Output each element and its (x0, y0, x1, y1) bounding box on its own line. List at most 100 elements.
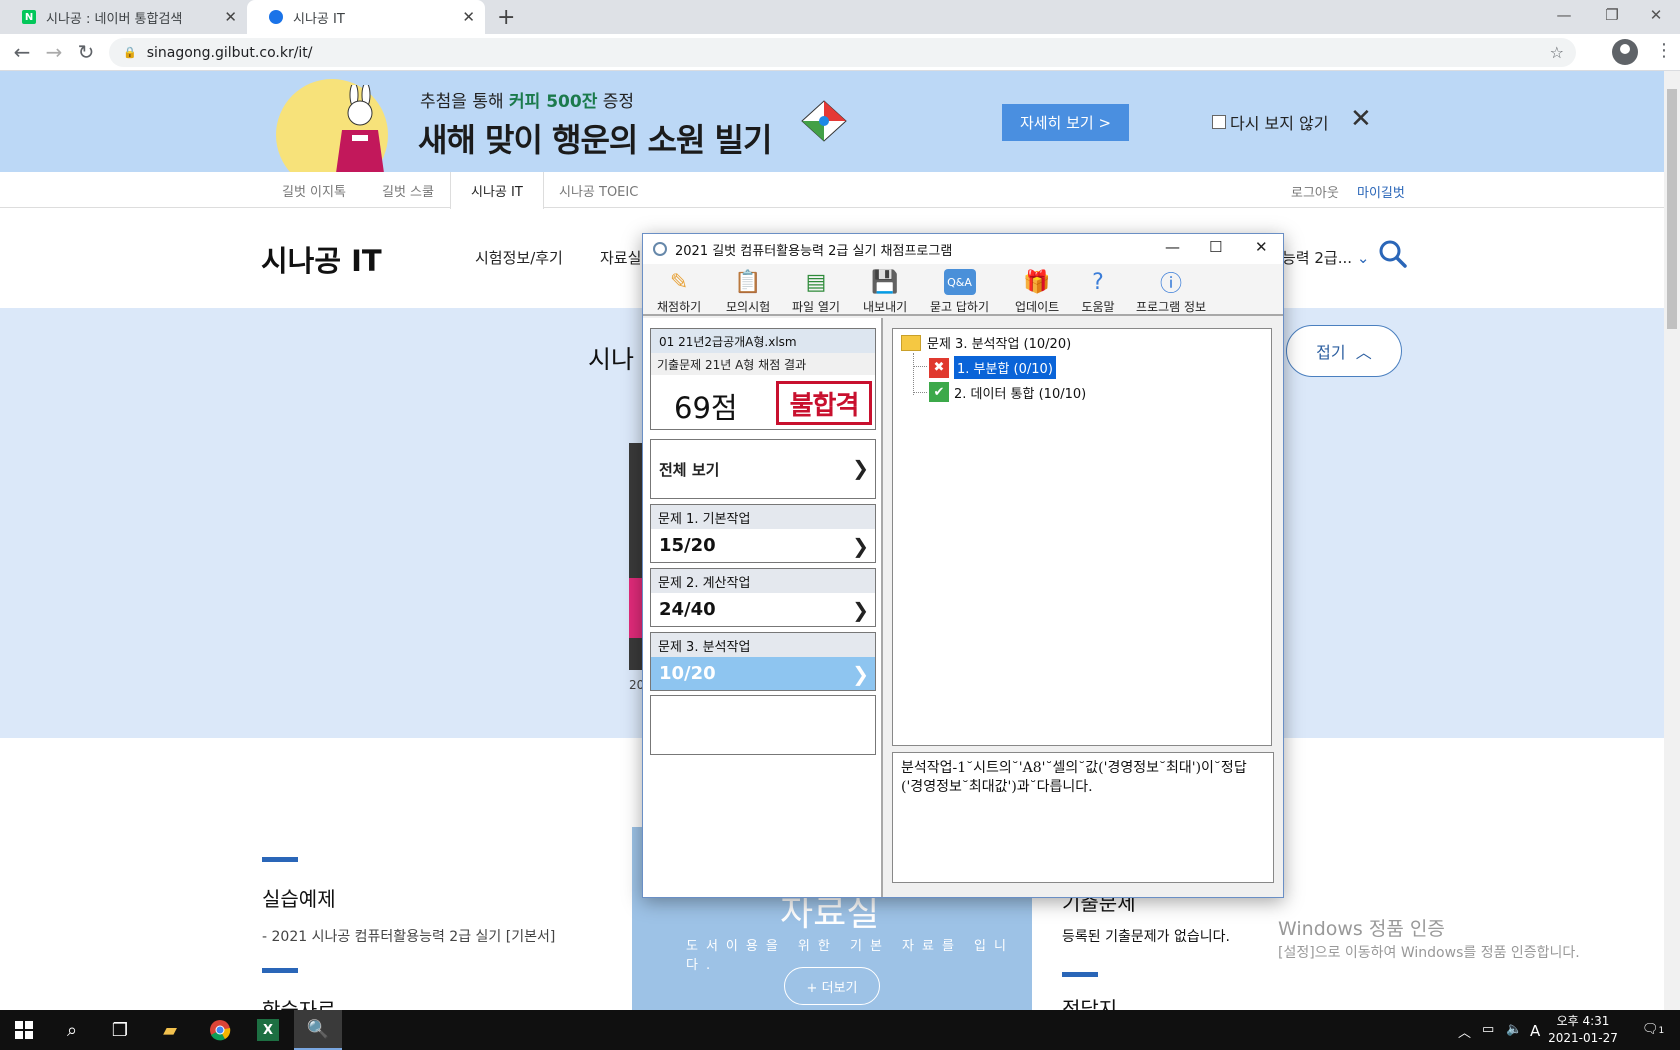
folder-icon (901, 334, 921, 351)
gilbut-favicon-icon (269, 10, 283, 24)
close-window-icon[interactable]: ✕ (1632, 0, 1680, 30)
bookmark-star-icon[interactable]: ☆ (1550, 43, 1564, 62)
banner-subtitle: 추첨을 통해 커피 500잔 증정 (420, 92, 635, 112)
volume-icon[interactable]: 🔈 (1506, 1022, 1522, 1037)
tree-connector (913, 366, 927, 367)
new-tab-icon[interactable]: + (497, 5, 515, 30)
chrome-icon[interactable] (196, 1010, 244, 1050)
update-tool-button[interactable]: 🎁 업데이트 (1015, 266, 1059, 316)
excel-file-icon: ▤ (805, 269, 827, 295)
back-icon[interactable]: ← (8, 38, 36, 66)
close-tab-icon[interactable]: ✕ (462, 8, 475, 26)
help-tool-button[interactable]: ? 도움말 (1081, 266, 1115, 316)
detail-pane: 문제 3. 분석작업 (10/20) ✖ 1. 부분합 (0/10) ✔ 2. … (885, 318, 1283, 897)
fold-button[interactable]: 접기 ︿ (1286, 325, 1402, 377)
site-link-school[interactable]: 길벗 스쿨 (382, 172, 434, 208)
windows-start-icon[interactable] (0, 1010, 48, 1050)
rabbit-illustration (336, 85, 384, 173)
site-logo[interactable]: 시나공 IT (261, 238, 382, 280)
search-icon[interactable] (1378, 239, 1408, 269)
practice-item-link[interactable]: - 2021 시나공 컴퓨터활용능력 2급 실기 [기본서] (262, 926, 555, 946)
scrollbar-thumb[interactable] (1667, 89, 1677, 329)
activation-title: Windows 정품 인증 (1278, 918, 1445, 940)
section-label: 문제 3. 분석작업 (651, 633, 875, 657)
no-show-checkbox[interactable] (1212, 115, 1226, 129)
grader-window: 2021 길벗 컴퓨터활용능력 2급 실기 채점프로그램 — ☐ ✕ ✎ 채점하기… (642, 233, 1284, 898)
ime-indicator[interactable]: A (1530, 1022, 1540, 1040)
magnifier-app-icon (653, 242, 667, 256)
section-card-analysis[interactable]: 문제 3. 분석작업 10/20 ❯ (650, 632, 876, 691)
excel-icon[interactable]: X (244, 1010, 292, 1050)
chevron-right-icon: ❯ (852, 598, 869, 622)
floppy-disk-icon: 💾 (871, 269, 899, 295)
nav-exam-info[interactable]: 시험정보/후기 (475, 247, 563, 268)
network-icon[interactable]: ▭ (1482, 1022, 1494, 1037)
forward-icon[interactable]: → (40, 38, 68, 66)
section-score: 15/20 (659, 535, 716, 556)
minimize-window-icon[interactable]: — (1540, 0, 1588, 30)
tree-connector (913, 353, 914, 395)
site-link-sinagong-it[interactable]: 시나공 IT (450, 172, 544, 209)
notification-center-icon[interactable]: 🗨1 (1642, 1022, 1664, 1037)
promo-banner: 추첨을 통해 커피 500잔 증정 새해 맞이 행운의 소원 빌기 자세히 보기… (0, 71, 1664, 191)
reload-icon[interactable]: ↻ (72, 38, 100, 66)
file-explorer-icon[interactable]: ▰ (146, 1010, 194, 1050)
tree-item-subtotal[interactable]: ✖ 1. 부분합 (0/10) (929, 356, 1056, 379)
practice-title: 실습예제 (262, 887, 336, 911)
resource-more-button[interactable]: + 더보기 (784, 967, 880, 1005)
view-all-button[interactable]: 전체 보기 ❯ (650, 439, 876, 499)
tree-item-consolidate[interactable]: ✔ 2. 데이터 통합 (10/10) (929, 382, 1086, 402)
section-card-basic[interactable]: 문제 1. 기본작업 15/20 ❯ (650, 504, 876, 563)
maximize-icon[interactable]: ☐ (1209, 238, 1222, 256)
grade-tool-button[interactable]: ✎ 채점하기 (657, 266, 701, 316)
close-icon[interactable]: ✕ (1255, 238, 1268, 256)
address-bar[interactable]: 🔒 sinagong.gilbut.co.kr/it/ ☆ (109, 38, 1576, 67)
answer-title: 정답지 (1062, 997, 1118, 1010)
site-link-eztok[interactable]: 길벗 이지톡 (282, 172, 346, 208)
task-view-icon[interactable]: ❐ (96, 1010, 144, 1050)
nav-resources[interactable]: 자료실 (600, 247, 641, 268)
hero-title: 시나 (588, 345, 635, 374)
activation-body: [설정]으로 이동하여 Windows를 정품 인증합니다. (1278, 945, 1580, 961)
tab-sinagong-it[interactable]: 시나공 IT ✕ (247, 0, 485, 34)
nav-cert-selector[interactable]: 능력 2급... ⌄ (1282, 247, 1369, 268)
profile-avatar-icon[interactable] (1612, 39, 1638, 65)
grader-app-taskbar-icon[interactable]: 🔍 (294, 1010, 342, 1050)
chevron-right-icon: ❯ (852, 662, 869, 686)
grader-toolbar: ✎ 채점하기 📋 모의시험 ▤ 파일 열기 💾 내보내기 Q&A 묻고 답하기 🎁 업데이트… (643, 264, 1283, 316)
tree-connector (913, 392, 927, 393)
section-accent-bar (262, 968, 298, 973)
study-title: 학습자료 (262, 998, 336, 1010)
site-link-toeic[interactable]: 시나공 TOEIC (559, 172, 638, 208)
export-tool-button[interactable]: 💾 내보내기 (863, 266, 907, 316)
result-tree[interactable]: 문제 3. 분석작업 (10/20) ✖ 1. 부분합 (0/10) ✔ 2. … (892, 328, 1272, 746)
naver-favicon-icon: N (22, 10, 36, 24)
logout-link[interactable]: 로그아웃 (1291, 182, 1339, 201)
tree-root-node[interactable]: 문제 3. 분석작업 (10/20) (901, 333, 1071, 352)
tab-title: 시나공 IT (293, 11, 345, 27)
section-score: 10/20 (659, 663, 716, 684)
mock-exam-tool-button[interactable]: 📋 모의시험 (726, 266, 770, 316)
close-tab-icon[interactable]: ✕ (224, 8, 237, 26)
no-show-option[interactable]: 다시 보지 않기 (1212, 110, 1329, 134)
browser-menu-icon[interactable]: ⋮ (1655, 40, 1673, 61)
restore-window-icon[interactable]: ❐ (1588, 0, 1636, 30)
about-tool-button[interactable]: ⓘ 프로그램 정보 (1136, 266, 1206, 316)
taskbar-search-icon[interactable]: ⌕ (48, 1010, 96, 1050)
page-scrollbar[interactable] (1664, 71, 1680, 1010)
grader-title-bar[interactable]: 2021 길벗 컴퓨터활용능력 2급 실기 채점프로그램 — ☐ ✕ (643, 234, 1283, 264)
minimize-icon[interactable]: — (1165, 238, 1180, 256)
kite-illustration (801, 100, 847, 142)
section-card-calc[interactable]: 문제 2. 계산작업 24/40 ❯ (650, 568, 876, 627)
tab-naver-search[interactable]: N 시나공 : 네이버 통합검색 ✕ (0, 0, 247, 34)
correct-check-icon: ✔ (929, 382, 949, 402)
qna-tool-button[interactable]: Q&A 묻고 답하기 (930, 266, 989, 316)
mypage-link[interactable]: 마이길벗 (1357, 182, 1405, 201)
banner-close-icon[interactable]: ✕ (1350, 104, 1372, 134)
pencil-icon: ✎ (669, 269, 689, 295)
tray-overflow-icon[interactable]: ︿ (1458, 1022, 1471, 1041)
taskbar-clock[interactable]: 오후 4:31 2021-01-27 (1548, 1013, 1618, 1047)
chevron-right-icon: ❯ (852, 456, 869, 480)
open-file-tool-button[interactable]: ▤ 파일 열기 (792, 266, 840, 316)
banner-detail-button[interactable]: 자세히 보기 > (1002, 104, 1129, 141)
